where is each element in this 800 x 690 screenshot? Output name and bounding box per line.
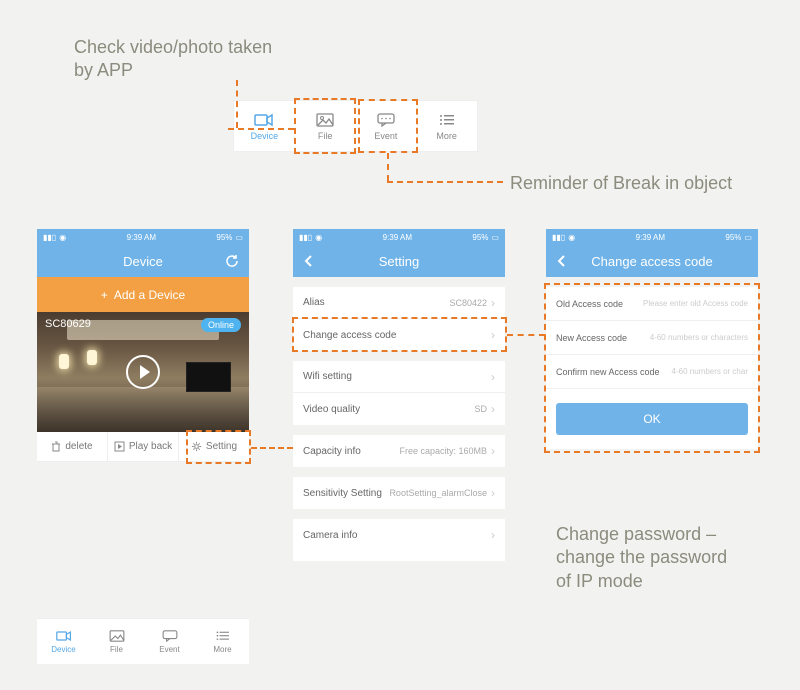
cap-label: Capacity info (303, 446, 361, 457)
bt-more[interactable]: More (196, 619, 249, 664)
sens-value: RootSetting_alarmClose (389, 488, 487, 498)
playback-label: Play back (129, 441, 172, 452)
vq-value: SD (474, 404, 487, 414)
list-more-icon (214, 629, 232, 643)
alias-label: Alias (303, 297, 325, 308)
camera-icon (55, 629, 73, 643)
row-alias[interactable]: Alias SC80422 › (293, 287, 505, 319)
connector-h2 (387, 181, 503, 183)
cap-value: Free capacity: 160MB (399, 446, 487, 456)
camera-status-badge: Online (201, 318, 241, 332)
nav-device: Device (37, 245, 249, 277)
highlight-file-tab (294, 98, 356, 154)
camera-icon (254, 112, 274, 128)
row-capacity[interactable]: Capacity info Free capacity: 160MB › (293, 435, 505, 467)
status-battery: 95% (725, 233, 741, 242)
nav-device-title: Device (123, 254, 163, 269)
plus-icon: + (101, 288, 108, 302)
phone-device: ▮▮▯◉ 9:39 AM 95%▭ Device + Add a Device … (37, 229, 249, 462)
row-camera-info[interactable]: Camera info › (293, 519, 505, 551)
camera-info-label: Camera info (303, 530, 357, 541)
nav-setting-title: Setting (379, 254, 419, 269)
delete-button[interactable]: delete (37, 432, 107, 461)
chevron-right-icon: › (491, 444, 495, 458)
status-time: 9:39 AM (383, 233, 412, 242)
chevron-right-icon: › (491, 296, 495, 310)
row-sensitivity[interactable]: Sensitivity Setting RootSetting_alarmClo… (293, 477, 505, 509)
bt-file[interactable]: File (90, 619, 143, 664)
status-time: 9:39 AM (636, 233, 665, 242)
connector-h1 (228, 128, 294, 130)
status-battery: 95% (472, 233, 488, 242)
status-bar-3: ▮▮▯◉ 9:39 AM 95%▭ (546, 229, 758, 245)
vq-label: Video quality (303, 404, 360, 415)
battery-icon: ▭ (491, 233, 499, 242)
tab-device-label: Device (251, 131, 279, 141)
wifi-label: Wifi setting (303, 371, 352, 382)
list-more-icon (437, 112, 457, 128)
status-bar-2: ▮▮▯◉ 9:39 AM 95%▭ (293, 229, 505, 245)
wifi-icon: ◉ (59, 233, 66, 242)
bt-event[interactable]: Event (143, 619, 196, 664)
nav-setting: Setting (293, 245, 505, 277)
chevron-right-icon: › (491, 370, 495, 384)
connector-v1 (236, 80, 238, 128)
highlight-event-tab (358, 99, 418, 153)
phone-setting: ▮▮▯◉ 9:39 AM 95%▭ Setting Alias SC80422 ›… (293, 229, 505, 561)
phone-device-tabbar: Device File Event More (37, 618, 249, 664)
back-icon[interactable] (556, 254, 566, 268)
annotation-change-pw: Change password – change the password of… (556, 523, 727, 593)
chevron-right-icon: › (491, 402, 495, 416)
bt-device[interactable]: Device (37, 619, 90, 664)
battery-icon: ▭ (744, 233, 752, 242)
chat-icon (161, 629, 179, 643)
chevron-right-icon: › (491, 528, 495, 542)
camera-id: SC80629 (45, 318, 91, 330)
highlight-change-code-row (292, 317, 507, 352)
wifi-icon: ◉ (568, 233, 575, 242)
status-battery: 95% (216, 233, 232, 242)
signal-icon: ▮▮▯ (552, 233, 565, 242)
bt-file-label: File (110, 645, 123, 654)
trash-icon (51, 441, 61, 452)
connector-v2 (387, 153, 389, 181)
add-device-button[interactable]: + Add a Device (37, 277, 249, 312)
camera-preview[interactable]: SC80629 Online (37, 312, 249, 432)
bt-device-label: Device (51, 645, 75, 654)
back-icon[interactable] (303, 254, 313, 268)
tab-device[interactable]: Device (234, 101, 295, 151)
nav-change-code: Change access code (546, 245, 758, 277)
alias-value: SC80422 (449, 298, 487, 308)
row-wifi[interactable]: Wifi setting › (293, 361, 505, 393)
battery-icon: ▭ (235, 233, 243, 242)
image-icon (108, 629, 126, 643)
add-device-label: Add a Device (114, 288, 185, 302)
bt-more-label: More (213, 645, 231, 654)
tab-more-label: More (436, 131, 457, 141)
annotation-reminder: Reminder of Break in object (510, 172, 732, 195)
annotation-check-media: Check video/photo taken by APP (74, 36, 272, 83)
playback-button[interactable]: Play back (107, 432, 178, 461)
status-time: 9:39 AM (127, 233, 156, 242)
refresh-icon[interactable] (225, 254, 239, 268)
highlight-change-code-form (544, 283, 760, 453)
chevron-right-icon: › (491, 486, 495, 500)
connector-h3 (251, 447, 293, 449)
bt-event-label: Event (159, 645, 179, 654)
signal-icon: ▮▮▯ (299, 233, 312, 242)
connector-h4 (507, 334, 545, 336)
status-bar-1: ▮▮▯◉ 9:39 AM 95%▭ (37, 229, 249, 245)
play-icon[interactable] (126, 355, 160, 389)
highlight-setting-button (186, 430, 251, 464)
tab-more[interactable]: More (416, 101, 477, 151)
sens-label: Sensitivity Setting (303, 488, 382, 499)
nav-change-code-title: Change access code (591, 254, 712, 269)
signal-icon: ▮▮▯ (43, 233, 56, 242)
row-video-quality[interactable]: Video quality SD › (293, 393, 505, 425)
wifi-icon: ◉ (315, 233, 322, 242)
delete-label: delete (65, 441, 92, 452)
playback-icon (114, 441, 125, 452)
